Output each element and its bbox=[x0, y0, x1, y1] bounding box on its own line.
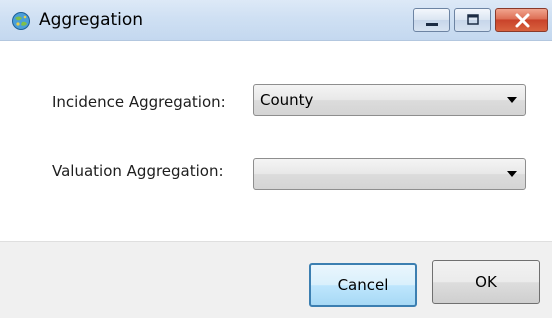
cancel-button[interactable]: Cancel bbox=[309, 263, 417, 307]
aggregation-dialog: Aggregation Incidence Aggregation: Count… bbox=[0, 0, 552, 318]
dialog-content: Incidence Aggregation: County Valuation … bbox=[0, 41, 552, 241]
maximize-button[interactable] bbox=[454, 8, 491, 32]
valuation-aggregation-select[interactable] bbox=[253, 158, 526, 190]
incidence-aggregation-label: Incidence Aggregation: bbox=[52, 93, 226, 111]
button-bar: Cancel OK bbox=[0, 241, 552, 318]
ok-button[interactable]: OK bbox=[432, 260, 540, 304]
valuation-aggregation-label: Valuation Aggregation: bbox=[52, 162, 224, 180]
chevron-down-icon bbox=[507, 171, 517, 177]
title-bar[interactable]: Aggregation bbox=[0, 0, 552, 41]
globe-icon bbox=[11, 11, 31, 31]
chevron-down-icon bbox=[507, 97, 517, 103]
close-icon bbox=[515, 13, 530, 28]
minimize-icon bbox=[426, 23, 438, 26]
incidence-aggregation-value: County bbox=[260, 91, 314, 109]
incidence-aggregation-select[interactable]: County bbox=[253, 84, 526, 116]
window-title: Aggregation bbox=[39, 10, 144, 30]
minimize-button[interactable] bbox=[413, 8, 450, 32]
maximize-icon bbox=[467, 14, 479, 25]
close-button[interactable] bbox=[495, 8, 548, 32]
